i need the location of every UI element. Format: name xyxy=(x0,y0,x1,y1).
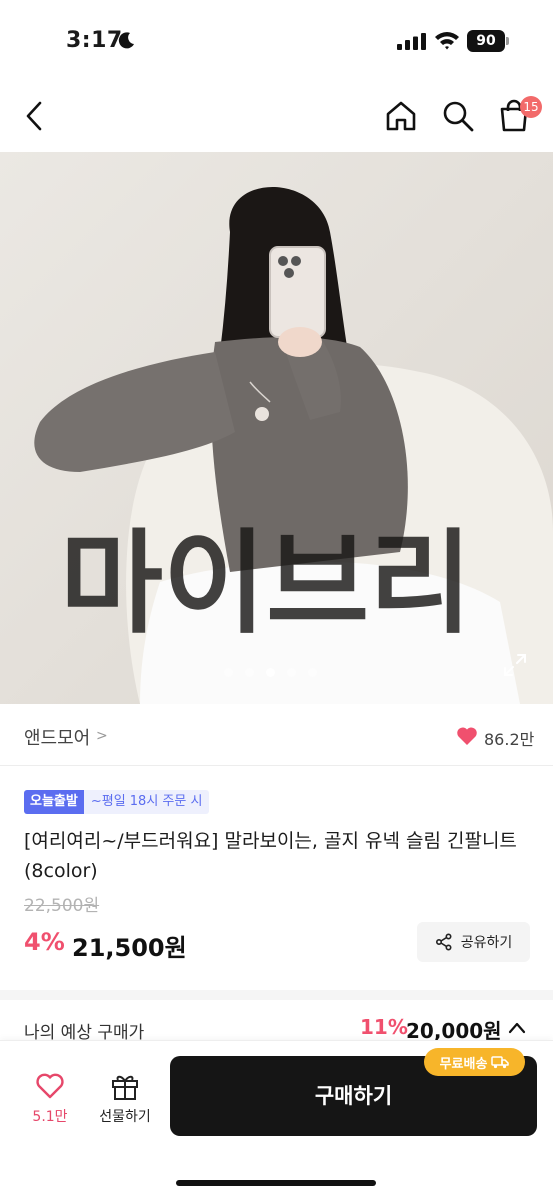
wifi-icon xyxy=(435,32,459,50)
expand-icon[interactable] xyxy=(502,652,528,678)
share-icon xyxy=(435,933,452,951)
shipping-badge: 오늘출발 ~평일 18시 주문 시 xyxy=(24,790,210,814)
back-icon xyxy=(26,101,42,131)
free-shipping-label: 무료배송 xyxy=(439,1056,488,1072)
shipping-time: ~평일 18시 주문 시 xyxy=(83,790,210,814)
product-photo: 마이브리 xyxy=(0,152,553,704)
like-count: 86.2만 xyxy=(484,730,535,749)
share-label: 공유하기 xyxy=(460,935,513,951)
sale-price: 21,500원 xyxy=(72,934,187,962)
search-icon xyxy=(443,101,474,132)
chevron-up-icon[interactable] xyxy=(507,1018,527,1038)
wish-button[interactable]: 5.1만 xyxy=(22,1070,78,1130)
carousel-dots xyxy=(224,668,317,678)
home-icon xyxy=(386,101,416,131)
status-bar: 3:17 90 xyxy=(0,0,553,80)
carousel-dot-active[interactable] xyxy=(266,668,275,677)
home-button[interactable] xyxy=(383,98,419,134)
gift-button[interactable]: 선물하기 xyxy=(92,1070,158,1130)
signal-icon xyxy=(397,33,426,50)
wish-count: 5.1만 xyxy=(32,1109,68,1125)
carousel-dot[interactable] xyxy=(245,668,254,677)
battery-level: 90 xyxy=(467,30,505,52)
gift-label: 선물하기 xyxy=(99,1109,151,1125)
shipping-tag: 오늘출발 xyxy=(24,790,84,814)
battery-icon: 90 xyxy=(467,30,509,52)
share-button[interactable]: 공유하기 xyxy=(417,922,530,962)
top-nav xyxy=(0,80,553,152)
discount-rate: 4% xyxy=(24,928,65,956)
carousel-dot[interactable] xyxy=(287,668,296,677)
truck-icon xyxy=(491,1056,510,1069)
cart-badge: 15 xyxy=(520,96,542,118)
section-divider xyxy=(0,990,553,1000)
search-button[interactable] xyxy=(440,98,476,134)
expected-discount: 11% xyxy=(360,1015,408,1039)
carousel-dot[interactable] xyxy=(308,668,317,677)
home-indicator xyxy=(176,1180,376,1186)
heart-outline-icon xyxy=(36,1073,64,1099)
product-image[interactable]: 마이브리 xyxy=(0,152,553,704)
carousel-dot[interactable] xyxy=(224,668,233,677)
brand-name[interactable]: 앤드모어 xyxy=(24,724,90,750)
moon-icon xyxy=(118,32,134,49)
free-shipping-badge: 무료배송 xyxy=(424,1048,525,1076)
status-time: 3:17 xyxy=(66,28,123,53)
product-title: [여리여리~/부드러워요] 말라보이는, 골지 유넥 슬림 긴팔니트 (8col… xyxy=(24,830,517,882)
back-button[interactable] xyxy=(16,98,52,134)
heart-filled-icon[interactable] xyxy=(456,726,478,746)
original-price: 22,500원 xyxy=(24,896,100,916)
chevron-right-icon: > xyxy=(96,728,108,744)
brand-row[interactable]: 앤드모어 > 86.2만 xyxy=(0,704,553,766)
watermark-text: 마이브리 xyxy=(60,519,472,649)
gift-icon xyxy=(112,1075,138,1100)
